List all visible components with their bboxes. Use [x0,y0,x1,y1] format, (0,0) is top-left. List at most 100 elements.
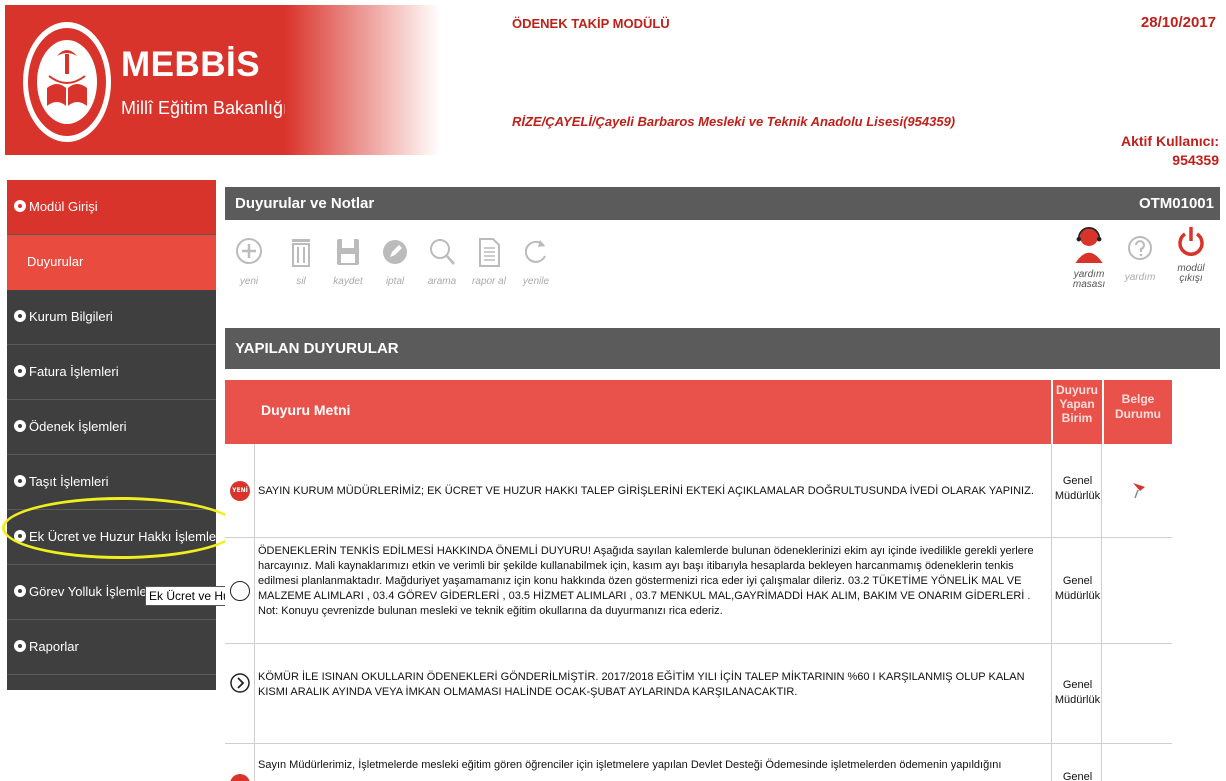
table-row[interactable]: YENİ SAYIN KURUM MÜDÜRLERİMİZ; EK ÜCRET … [225,444,1172,538]
sidebar-item-label: Ödenek İşlemleri [29,419,127,434]
column-header-text: Duyuru Metni [261,402,351,418]
floppy-disk-icon [337,239,359,265]
unit-line: Genel [1062,575,1093,587]
column-header-unit-line: Yapan [1059,397,1095,411]
new-badge-icon [230,774,250,781]
report-button[interactable]: rapor al [469,236,509,306]
sidebar-item-reports[interactable]: Raporlar [7,620,216,675]
module-exit-button[interactable]: modül çıkışı [1171,224,1211,294]
cancel-button[interactable]: iptal [375,236,415,306]
cancel-label: iptal [385,276,405,287]
exit-label-2: çıkışı [1179,273,1203,284]
announcement-unit: Genel [1051,744,1102,781]
chevron-right-icon[interactable] [230,581,250,601]
meb-seal-icon [23,22,111,142]
help-label: yardım [1124,272,1156,283]
row-icon-cell [225,644,255,743]
sidebar-item-label: Görev Yolluk İşlemleri [29,584,154,599]
table-header: Duyuru Metni Duyuru Yapan Birim Belge Du… [225,380,1172,444]
pencil-icon [383,240,407,264]
main-panel: Duyurular ve Notlar OTM01001 yeni sil ka… [225,187,1220,781]
active-user-label: Aktif Kullanıcı: [1120,133,1219,149]
plus-icon [236,238,262,264]
search-button[interactable]: arama [422,236,462,306]
bullet-icon [14,585,26,597]
bullet-icon [14,640,26,652]
column-header-document: Belge Durumu [1104,392,1172,422]
bullet-icon [14,200,26,212]
current-date: 28/10/2017 [1140,14,1216,31]
announcement-unit: Genel Müdürlük [1051,644,1102,743]
announcement-text: KÖMÜR İLE ISINAN OKULLARIN ÖDENEKLERİ GÖ… [258,671,1025,698]
announcement-unit: Genel Müdürlük [1051,444,1102,537]
row-icon-cell [225,744,255,781]
power-icon [1178,227,1204,256]
unit-line: Müdürlük [1054,490,1101,502]
refresh-button[interactable]: yenile [516,236,556,306]
page-title: Duyurular ve Notlar [235,195,375,212]
announcement-unit: Genel Müdürlük [1051,538,1102,643]
bullet-icon [14,365,26,377]
save-button[interactable]: kaydet [328,236,368,306]
announcement-text: SAYIN KURUM MÜDÜRLERİMİZ; EK ÜCRET VE HU… [258,485,1034,497]
refresh-label: yenile [522,276,550,287]
school-name: RİZE/ÇAYELİ/Çayeli Barbaros Mesleki ve T… [512,114,956,129]
sidebar-item-allowance[interactable]: Ödenek İşlemleri [7,400,216,455]
new-button[interactable]: yeni [229,236,269,306]
help-button[interactable]: yardım [1120,232,1160,302]
announcement-text: Sayın Müdürlerimiz, İşletmelerde mesleki… [258,759,1002,771]
unit-line: Müdürlük [1054,694,1101,706]
column-header-unit: Duyuru Yapan Birim [1053,383,1101,425]
sidebar-item-label: Taşıt İşlemleri [29,474,109,489]
column-header-unit-line: Duyuru [1056,383,1098,397]
save-label: kaydet [333,276,363,287]
chevron-right-icon[interactable] [230,673,250,693]
header: MEBBİS Millî Eğitim Bakanlığı Bilişim Si… [0,0,1226,175]
page-titlebar: Duyurular ve Notlar OTM01001 [225,187,1220,220]
question-icon [1128,236,1152,260]
sidebar-item-institution-info[interactable]: Kurum Bilgileri [7,290,216,345]
logo-gradient [285,5,440,155]
announcement-text: ÖDENEKLERİN TENKİS EDİLMESİ HAKKINDA ÖNE… [258,545,1034,617]
sidebar-item-vehicle[interactable]: Taşıt İşlemleri [7,455,216,510]
delete-label: sil [296,276,306,287]
column-header-unit-line: Birim [1061,411,1093,425]
active-user-id: 954359 [1172,152,1219,168]
bullet-icon [14,530,26,542]
unit-line: Genel [1062,679,1093,691]
page-code: OTM01001 [1138,195,1214,212]
sidebar-item-extra-pay[interactable]: Ek Ücret ve Huzur Hakkı İşlemleri [7,510,223,565]
helpdesk-label-2: masası [1072,279,1106,290]
section-header: YAPILAN DUYURULAR [225,328,1220,369]
helpdesk-button[interactable]: yardım masası [1067,224,1111,294]
sidebar-item-module-login[interactable]: Modül Girişi [7,180,216,235]
brand-name: MEBBİS [121,45,261,84]
section-title: YAPILAN DUYURULAR [235,340,399,357]
bullet-icon [14,420,26,432]
search-icon [430,239,455,265]
sidebar-item-label: Kurum Bilgileri [29,309,113,324]
sidebar-item-announcements[interactable]: Duyurular [7,235,216,290]
sidebar-item-label: Raporlar [29,639,79,654]
pin-icon[interactable] [1130,480,1148,500]
new-badge-icon: YENİ [230,481,250,501]
table-row[interactable]: KÖMÜR İLE ISINAN OKULLARIN ÖDENEKLERİ GÖ… [225,644,1172,744]
new-label: yeni [239,276,259,287]
delete-button[interactable]: sil [281,236,321,306]
row-icon-cell [225,538,255,643]
sidebar-item-label: Fatura İşlemleri [29,364,119,379]
unit-line: Müdürlük [1054,590,1101,602]
unit-line: Genel [1062,771,1093,781]
module-title: ÖDENEK TAKİP MODÜLÜ [512,16,670,31]
sidebar-item-invoice[interactable]: Fatura İşlemleri [7,345,216,400]
table-row[interactable]: Sayın Müdürlerimiz, İşletmelerde mesleki… [225,744,1172,781]
refresh-icon [524,240,546,263]
sidebar: Modül Girişi Duyurular Kurum Bilgileri F… [7,180,223,690]
trash-icon [292,239,310,267]
sidebar-item-label: Duyurular [27,254,84,269]
bullet-icon [14,310,26,322]
sidebar-item-label: Modül Girişi [29,199,98,214]
table-row[interactable]: ÖDENEKLERİN TENKİS EDİLMESİ HAKKINDA ÖNE… [225,538,1172,644]
search-label: arama [427,276,457,287]
row-icon-cell: YENİ [225,444,255,537]
